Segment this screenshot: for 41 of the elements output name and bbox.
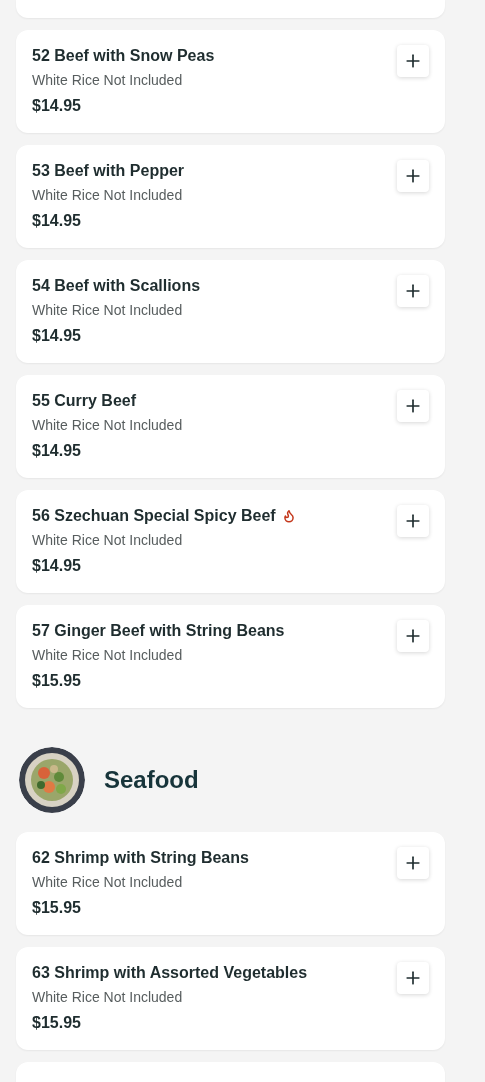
item-note: White Rice Not Included <box>32 988 184 1006</box>
item-name: 63 Shrimp with Assorted Vegetables <box>32 963 308 983</box>
item-note: White Rice Not Included <box>32 646 184 664</box>
item-note: White Rice Not Included <box>32 873 184 891</box>
add-button[interactable] <box>397 962 429 994</box>
add-button[interactable] <box>397 847 429 879</box>
item-name: 52 Beef with Snow Peas <box>32 46 215 66</box>
add-button[interactable] <box>397 505 429 537</box>
menu-item-card[interactable]: 56 Szechuan Special Spicy Beef White Rice Not Included $14.95 <box>16 490 445 593</box>
item-price: $14.95 <box>32 326 82 346</box>
menu-item-card[interactable]: 53 Beef with Pepper White Rice Not Included $14.95 <box>16 145 445 248</box>
add-button[interactable] <box>397 390 429 422</box>
item-name: 55 Curry Beef <box>32 391 137 411</box>
add-button[interactable] <box>397 275 429 307</box>
item-note: White Rice Not Included <box>32 301 184 319</box>
item-name: 56 Szechuan Special Spicy Beef <box>32 506 276 526</box>
item-note: White Rice Not Included <box>32 71 184 89</box>
item-name: 57 Ginger Beef with String Beans <box>32 621 285 641</box>
menu-item-card[interactable]: 54 Beef with Scallions White Rice Not Included $14.95 <box>16 260 445 363</box>
menu-item-card[interactable]: 55 Curry Beef White Rice Not Included $14.95 <box>16 375 445 478</box>
item-price: $14.95 <box>32 441 82 461</box>
item-price: $14.95 <box>32 96 82 116</box>
section-title: Seafood <box>104 766 199 794</box>
menu-item-card[interactable]: 57 Ginger Beef with String Beans White Rice Not Included $15.95 <box>16 605 445 708</box>
item-note: White Rice Not Included <box>32 186 184 204</box>
item-name: 54 Beef with Scallions <box>32 276 201 296</box>
item-price: $15.95 <box>32 898 82 918</box>
add-button[interactable] <box>397 45 429 77</box>
item-price: $15.95 <box>32 671 82 691</box>
item-note: White Rice Not Included <box>32 416 183 434</box>
item-note: White Rice Not Included <box>32 531 184 549</box>
item-name: 62 Shrimp with String Beans <box>32 848 249 868</box>
add-button[interactable] <box>397 620 429 652</box>
item-price: $14.95 <box>32 211 82 231</box>
menu-item-card[interactable]: 52 Beef with Snow Peas White Rice Not Included $14.95 <box>16 30 445 133</box>
item-name: 53 Beef with Pepper <box>32 161 185 181</box>
menu-item-card[interactable]: 63 Shrimp with Assorted Vegetables White Rice Not Included $15.95 <box>16 947 445 1050</box>
add-button[interactable] <box>397 160 429 192</box>
item-price: $15.95 <box>32 1013 82 1033</box>
menu-item-card[interactable]: 62 Shrimp with String Beans White Rice Not Included $15.95 <box>16 832 445 935</box>
item-price: $14.95 <box>32 556 82 576</box>
